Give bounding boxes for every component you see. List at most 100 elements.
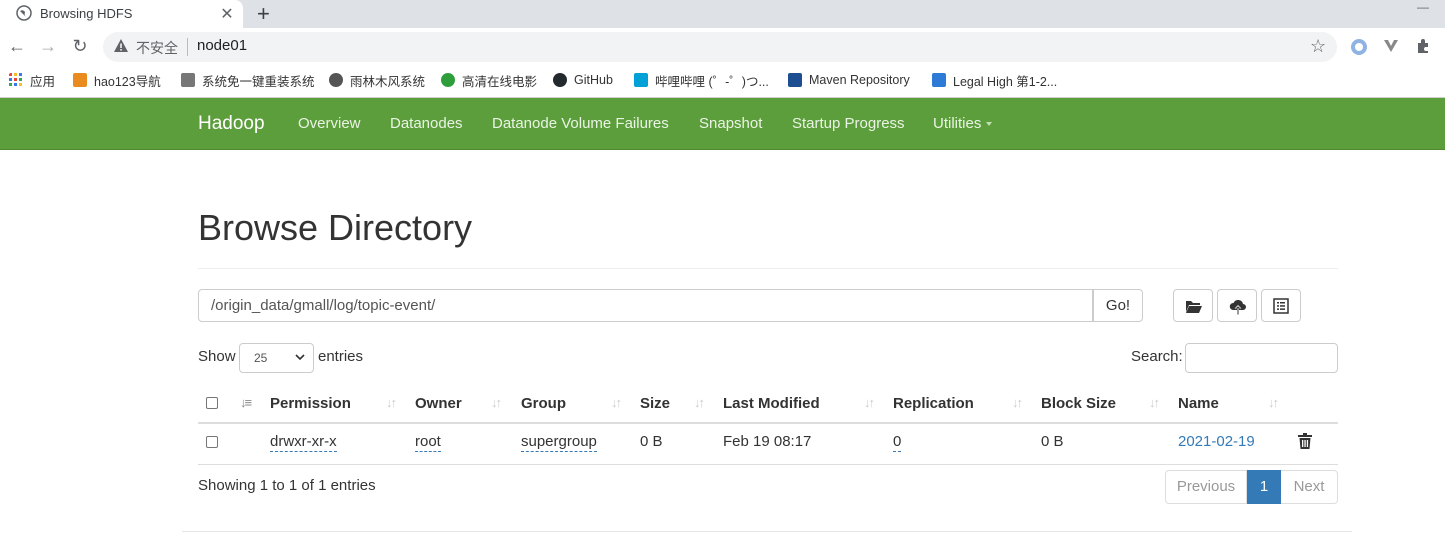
bookmark-label: 高清在线电影 — [462, 74, 538, 89]
bookmark-github[interactable]: GitHub — [553, 71, 613, 89]
sort-icon[interactable]: ↓↑ — [491, 395, 502, 410]
bookmark-hao123[interactable]: hao123导航 — [73, 71, 161, 89]
bookmark-legal-high[interactable]: Legal High 第1-2... — [932, 71, 1057, 89]
entries-label: entries — [318, 348, 364, 365]
page-1-button[interactable]: 1 — [1247, 470, 1281, 504]
chevron-down-icon — [295, 354, 305, 361]
sort-icon[interactable]: ↓↑ — [1268, 395, 1279, 410]
show-label: Show — [198, 348, 236, 365]
bookmark-reinstall[interactable]: 系统免一键重装系统 — [181, 71, 315, 89]
sort-icon[interactable]: ↓↑ — [1012, 395, 1023, 410]
block-size-cell: 0 B — [1041, 433, 1064, 450]
list-alt-icon — [1273, 298, 1289, 314]
bookmark-label: hao123导航 — [94, 74, 161, 89]
nav-utilities[interactable]: Utilities — [933, 115, 993, 132]
column-block-size[interactable]: Block Size — [1041, 395, 1116, 412]
extension-v-icon[interactable] — [1383, 38, 1399, 54]
directory-path-input[interactable] — [198, 289, 1093, 322]
sort-icon[interactable]: ↓↑ — [1149, 395, 1160, 410]
page-title: Browse Directory — [198, 207, 473, 248]
movie-icon — [441, 73, 455, 87]
close-tab-icon[interactable]: ✕ — [219, 4, 235, 24]
nav-volume-failures[interactable]: Datanode Volume Failures — [492, 115, 669, 132]
trash-icon[interactable] — [1298, 433, 1312, 449]
folder-open-icon — [1186, 301, 1202, 313]
next-button[interactable]: Next — [1281, 470, 1338, 504]
bookmarks-bar: 应用 hao123导航 系统免一键重装系统 雨林木风系统 高清在线电影 GitH… — [0, 65, 1445, 95]
column-last-modified[interactable]: Last Modified — [723, 395, 820, 412]
bookmark-label: 系统免一键重装系统 — [202, 74, 315, 89]
bookmark-label: 雨林木风系统 — [350, 74, 426, 89]
warning-icon[interactable] — [113, 38, 129, 54]
bookmark-bilibili[interactable]: 哔哩哔哩 (゜-゜)つ... — [634, 71, 769, 89]
brand-link[interactable]: Hadoop — [198, 113, 265, 135]
permission-cell[interactable]: drwxr-xr-x — [270, 433, 337, 452]
caret-down-icon — [986, 122, 993, 127]
minimize-icon[interactable]: — — [1417, 0, 1429, 14]
tool-icon — [181, 73, 195, 87]
browser-tab-strip: Browsing HDFS ✕ + — — [0, 0, 1445, 28]
bookmark-label: GitHub — [574, 73, 613, 87]
sort-icon[interactable]: ↓↑ — [611, 395, 622, 410]
browser-toolbar: ← → ↻ 不安全 node01 ☆ — [0, 28, 1445, 65]
name-link[interactable]: 2021-02-19 — [1178, 433, 1255, 450]
nav-utilities-label: Utilities — [933, 115, 982, 132]
url-text[interactable]: node01 — [197, 37, 247, 54]
bookmark-apps[interactable]: 应用 — [9, 71, 55, 89]
hao123-icon — [73, 73, 87, 87]
bookmark-label: 哔哩哔哩 (゜-゜)つ... — [655, 74, 769, 89]
maven-icon — [788, 73, 802, 87]
pagination: Previous 1 Next — [1165, 470, 1338, 504]
replication-cell[interactable]: 0 — [893, 433, 902, 452]
sort-icon[interactable]: ↓↑ — [694, 395, 705, 410]
address-bar[interactable]: 不安全 node01 ☆ — [103, 32, 1337, 62]
extensions-puzzle-icon[interactable] — [1415, 38, 1431, 54]
go-button[interactable]: Go! — [1093, 289, 1143, 322]
row-checkbox[interactable] — [206, 436, 218, 448]
footer-divider — [182, 531, 1352, 532]
bookmark-ylmf[interactable]: 雨林木风系统 — [329, 71, 425, 89]
tab-title: Browsing HDFS — [40, 6, 133, 21]
reload-button[interactable]: ↻ — [70, 36, 90, 56]
page-length-value: 25 — [254, 351, 268, 365]
sort-icon[interactable]: ↓↑ — [864, 395, 875, 410]
globe-icon — [16, 5, 32, 21]
create-directory-button[interactable] — [1173, 289, 1213, 322]
group-cell[interactable]: supergroup — [521, 433, 597, 452]
nav-datanodes[interactable]: Datanodes — [390, 115, 463, 132]
bookmark-label: Legal High 第1-2... — [953, 74, 1058, 89]
size-cell: 0 B — [640, 433, 663, 450]
column-owner[interactable]: Owner — [415, 395, 462, 412]
table-info: Showing 1 to 1 of 1 entries — [198, 477, 376, 494]
forward-button[interactable]: → — [38, 36, 58, 56]
bookmark-star-icon[interactable]: ☆ — [1310, 36, 1326, 57]
previous-button[interactable]: Previous — [1165, 470, 1247, 504]
nav-snapshot[interactable]: Snapshot — [699, 115, 762, 132]
column-size[interactable]: Size — [640, 395, 670, 412]
column-permission[interactable]: Permission — [270, 395, 351, 412]
column-replication[interactable]: Replication — [893, 395, 974, 412]
upload-button[interactable] — [1217, 289, 1257, 322]
bookmark-movies[interactable]: 高清在线电影 — [441, 71, 537, 89]
select-all-checkbox[interactable] — [206, 397, 218, 409]
owner-cell[interactable]: root — [415, 433, 441, 452]
browser-tab[interactable]: Browsing HDFS ✕ — [0, 0, 243, 28]
search-input[interactable] — [1185, 343, 1338, 373]
globe-icon — [329, 73, 343, 87]
new-tab-button[interactable]: + — [257, 1, 270, 27]
sort-icon[interactable]: ↓↑ — [386, 395, 397, 410]
column-group[interactable]: Group — [521, 395, 566, 412]
bookmark-label: 应用 — [30, 74, 56, 89]
cut-paste-button[interactable] — [1261, 289, 1301, 322]
last-modified-cell: Feb 19 08:17 — [723, 433, 812, 450]
nav-startup-progress[interactable]: Startup Progress — [792, 115, 905, 132]
insecure-label[interactable]: 不安全 — [136, 38, 178, 58]
nav-overview[interactable]: Overview — [298, 115, 361, 132]
cloud-upload-icon — [1229, 299, 1246, 315]
extension-circle-icon[interactable] — [1350, 38, 1368, 56]
sort-amount-icon[interactable]: ↓≡ — [240, 395, 252, 410]
page-length-select[interactable]: 25 — [239, 343, 314, 373]
bookmark-maven[interactable]: Maven Repository — [788, 71, 910, 89]
column-name[interactable]: Name — [1178, 395, 1219, 412]
back-button[interactable]: ← — [7, 36, 27, 56]
